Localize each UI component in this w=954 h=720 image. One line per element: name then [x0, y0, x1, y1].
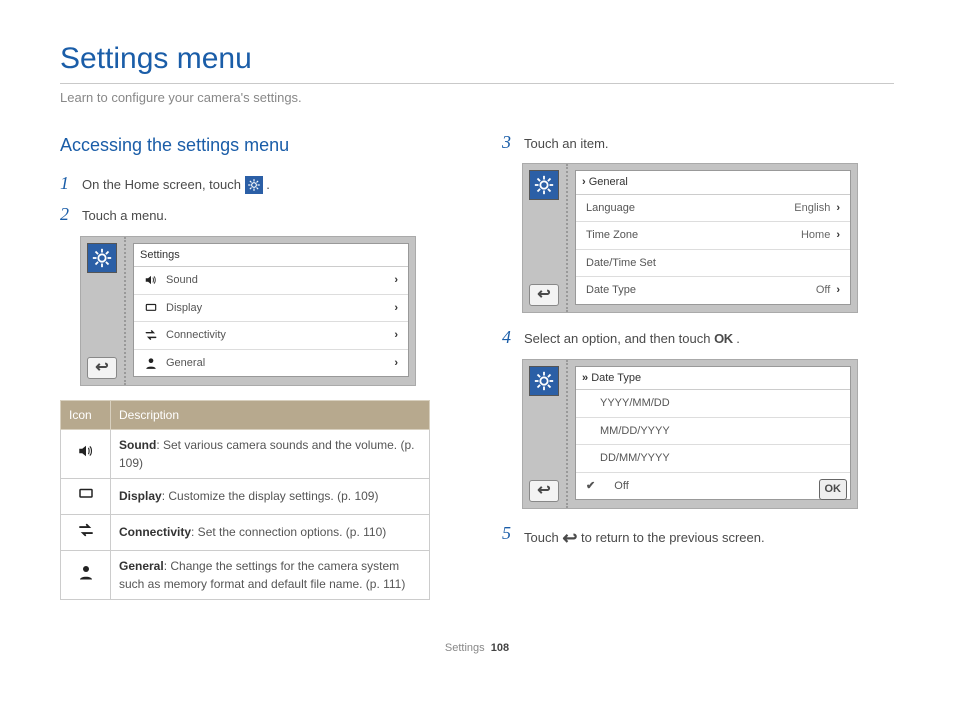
- chevron-right-icon: ›: [836, 282, 840, 299]
- chevron-right-icon: ›: [394, 355, 398, 372]
- general-screenshot: ↩ › General Language English › Time Zone…: [522, 163, 858, 313]
- step-1: 1 On the Home screen, touch .: [60, 173, 452, 195]
- step-5: 5 Touch ↩ to return to the previous scre…: [502, 523, 894, 552]
- step-text: Touch: [524, 530, 562, 545]
- panel-title: › General: [576, 171, 850, 195]
- chevron-right-icon: ›: [394, 300, 398, 317]
- table-row: Sound: Set various camera sounds and the…: [61, 429, 430, 478]
- step-number: 4: [502, 327, 524, 349]
- step-3: 3 Touch an item.: [502, 132, 894, 154]
- gear-icon: [529, 366, 559, 396]
- option-mmdd[interactable]: MM/DD/YYYY: [576, 418, 850, 446]
- chevron-right-icon: ›: [394, 327, 398, 344]
- page-footer: Settings 108: [60, 640, 894, 657]
- option-ddmm[interactable]: DD/MM/YYYY: [576, 445, 850, 473]
- menu-display[interactable]: Display ›: [134, 295, 408, 323]
- menu-connectivity[interactable]: Connectivity ›: [134, 322, 408, 350]
- step-2: 2 Touch a menu.: [60, 204, 452, 226]
- page-title: Settings menu: [60, 36, 894, 84]
- table-row: Display: Customize the display settings.…: [61, 478, 430, 514]
- back-button[interactable]: ↩: [529, 480, 559, 502]
- step-number: 5: [502, 523, 524, 545]
- ok-button[interactable]: OK: [819, 479, 848, 500]
- gear-icon: [245, 176, 263, 194]
- display-icon: [144, 301, 158, 315]
- panel-title: » Date Type: [576, 367, 850, 391]
- general-icon: [144, 356, 158, 370]
- table-row: General: Change the settings for the cam…: [61, 550, 430, 599]
- menu-general[interactable]: General ›: [134, 350, 408, 377]
- back-button[interactable]: ↩: [87, 357, 117, 379]
- return-icon: ↩: [562, 528, 577, 548]
- step-text: On the Home screen, touch: [82, 177, 245, 192]
- step-4: 4 Select an option, and then touch OK .: [502, 327, 894, 349]
- row-language[interactable]: Language English ›: [576, 195, 850, 223]
- option-yyyy[interactable]: YYYY/MM/DD: [576, 390, 850, 418]
- row-timezone[interactable]: Time Zone Home ›: [576, 222, 850, 250]
- panel-title: Settings: [134, 244, 408, 268]
- option-off[interactable]: ✔ Off: [576, 473, 850, 500]
- back-button[interactable]: ↩: [529, 284, 559, 306]
- gear-icon: [529, 170, 559, 200]
- datetype-screenshot: ↩ OK » Date Type YYYY/MM/DD MM/DD/YYYY D…: [522, 359, 858, 509]
- settings-screenshot: ↩ Settings Sound › Display › Connectivit…: [80, 236, 416, 386]
- row-datetime[interactable]: Date/Time Set: [576, 250, 850, 278]
- general-icon: [77, 570, 95, 584]
- chevron-right-icon: ›: [836, 227, 840, 244]
- ok-icon: OK: [714, 331, 733, 346]
- table-header-desc: Description: [111, 400, 430, 429]
- table-header-icon: Icon: [61, 400, 111, 429]
- page-intro: Learn to configure your camera's setting…: [60, 88, 894, 108]
- step-number: 2: [60, 204, 82, 226]
- chevron-right-icon: ›: [836, 200, 840, 217]
- step-text: Touch an item.: [524, 132, 609, 154]
- step-number: 3: [502, 132, 524, 154]
- menu-sound[interactable]: Sound ›: [134, 267, 408, 295]
- sound-icon: [144, 273, 158, 287]
- gear-icon: [87, 243, 117, 273]
- chevron-right-icon: ›: [394, 272, 398, 289]
- row-datetype[interactable]: Date Type Off ›: [576, 277, 850, 304]
- step-text: Touch a menu.: [82, 204, 167, 226]
- table-row: Connectivity: Set the connection options…: [61, 514, 430, 550]
- display-icon: [77, 492, 95, 506]
- sound-icon: [77, 449, 95, 463]
- check-icon: ✔: [586, 478, 595, 495]
- section-heading: Accessing the settings menu: [60, 132, 452, 159]
- connectivity-icon: [144, 328, 158, 342]
- icon-description-table: Icon Description Sound: Set various came…: [60, 400, 430, 600]
- connectivity-icon: [77, 528, 95, 542]
- step-text: Select an option, and then touch: [524, 331, 714, 346]
- step-number: 1: [60, 173, 82, 195]
